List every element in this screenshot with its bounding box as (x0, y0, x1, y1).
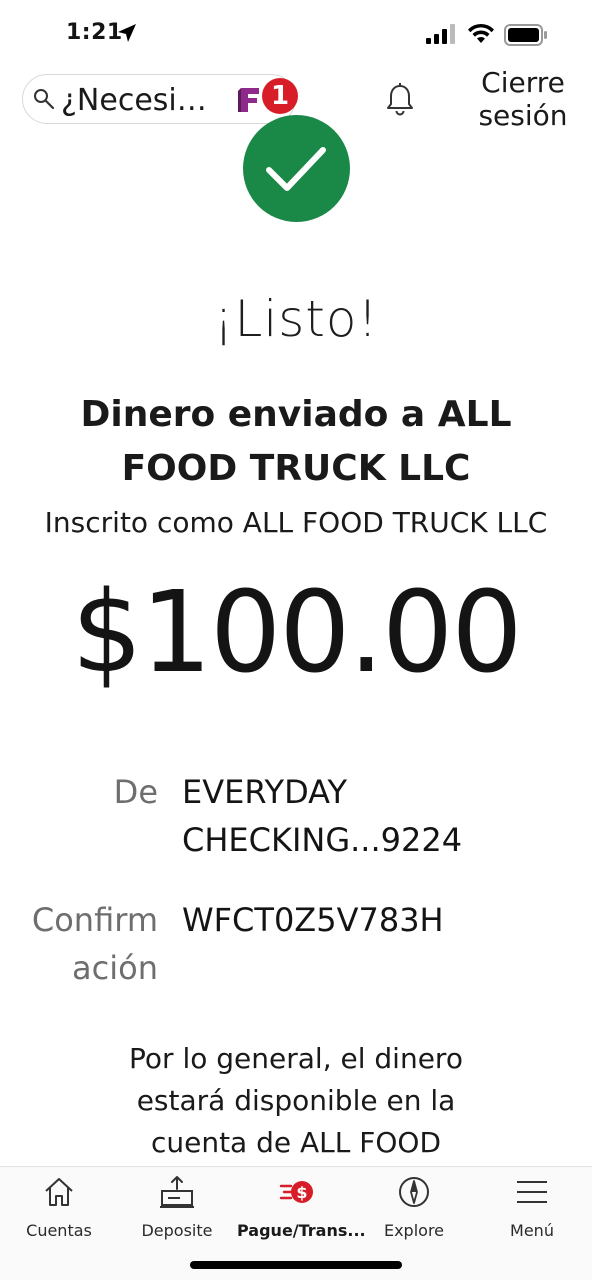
availability-line3: cuenta de ALL FOOD (150, 1126, 442, 1159)
recipient-heading: Dinero enviado a ALL FOOD TRUCK LLC (80, 394, 512, 489)
nav-item-menu[interactable]: Menú (473, 1175, 591, 1245)
transfer-amount: $100.00 (71, 568, 522, 698)
confirmation-label-line1: Confirm (31, 901, 158, 939)
svg-text:$: $ (296, 1183, 307, 1202)
logout-button[interactable]: Cierre sesión (468, 66, 578, 132)
availability-note: Por lo general, el dinero estará disponi… (90, 1038, 502, 1164)
success-check-icon (243, 115, 350, 222)
nav-item-pay-transfer[interactable]: $ Pague/Trans... (237, 1175, 366, 1245)
nav-item-accounts[interactable]: Cuentas (0, 1175, 118, 1245)
availability-line2: estará disponible en la (136, 1084, 456, 1117)
search-input[interactable]: ¿Necesi… (22, 74, 296, 124)
nav-label-menu: Menú (510, 1221, 554, 1240)
enrolled-as-text: Inscrito como ALL FOOD TRUCK LLC (44, 506, 548, 539)
confirmation-label: Confirm ación (20, 896, 158, 992)
cellular-signal-icon (426, 24, 455, 44)
compass-icon (399, 1177, 429, 1207)
battery-icon (504, 24, 547, 46)
status-time: 1:21 (66, 20, 123, 45)
confirmation-title: ¡Listo! (213, 290, 379, 348)
deposit-icon (160, 1176, 194, 1208)
nav-label-accounts: Cuentas (26, 1221, 92, 1240)
nav-label-pay-transfer: Pague/Trans... (237, 1221, 366, 1240)
menu-icon (517, 1181, 547, 1203)
from-account-line1: EVERYDAY (182, 773, 348, 811)
from-account-line2: CHECKING...9224 (182, 821, 463, 859)
nav-label-explore: Explore (383, 1221, 445, 1240)
from-label: De (113, 773, 158, 811)
logout-label-line2: sesión (478, 99, 568, 132)
availability-line1: Por lo general, el dinero (129, 1042, 463, 1075)
pay-transfer-icon: $ (279, 1181, 313, 1203)
search-placeholder: ¿Necesi… (61, 83, 207, 118)
location-arrow-icon (118, 24, 136, 42)
from-account-value: EVERYDAY CHECKING...9224 (182, 768, 572, 864)
nav-item-explore[interactable]: Explore (355, 1175, 473, 1245)
wifi-icon (468, 23, 494, 43)
search-icon (34, 89, 55, 110)
logout-label-line1: Cierre (481, 66, 565, 99)
home-icon (45, 1178, 73, 1206)
nav-item-deposit[interactable]: Deposite (118, 1175, 236, 1245)
home-indicator[interactable] (190, 1261, 402, 1269)
confirmation-number: WFCT0Z5V783H (182, 901, 444, 939)
nav-label-deposit: Deposite (141, 1221, 213, 1240)
notification-count-badge: 1 (262, 78, 298, 114)
confirmation-label-line2: ación (72, 949, 158, 987)
bell-icon[interactable] (386, 82, 414, 116)
status-bar: 1:21 (0, 0, 592, 66)
